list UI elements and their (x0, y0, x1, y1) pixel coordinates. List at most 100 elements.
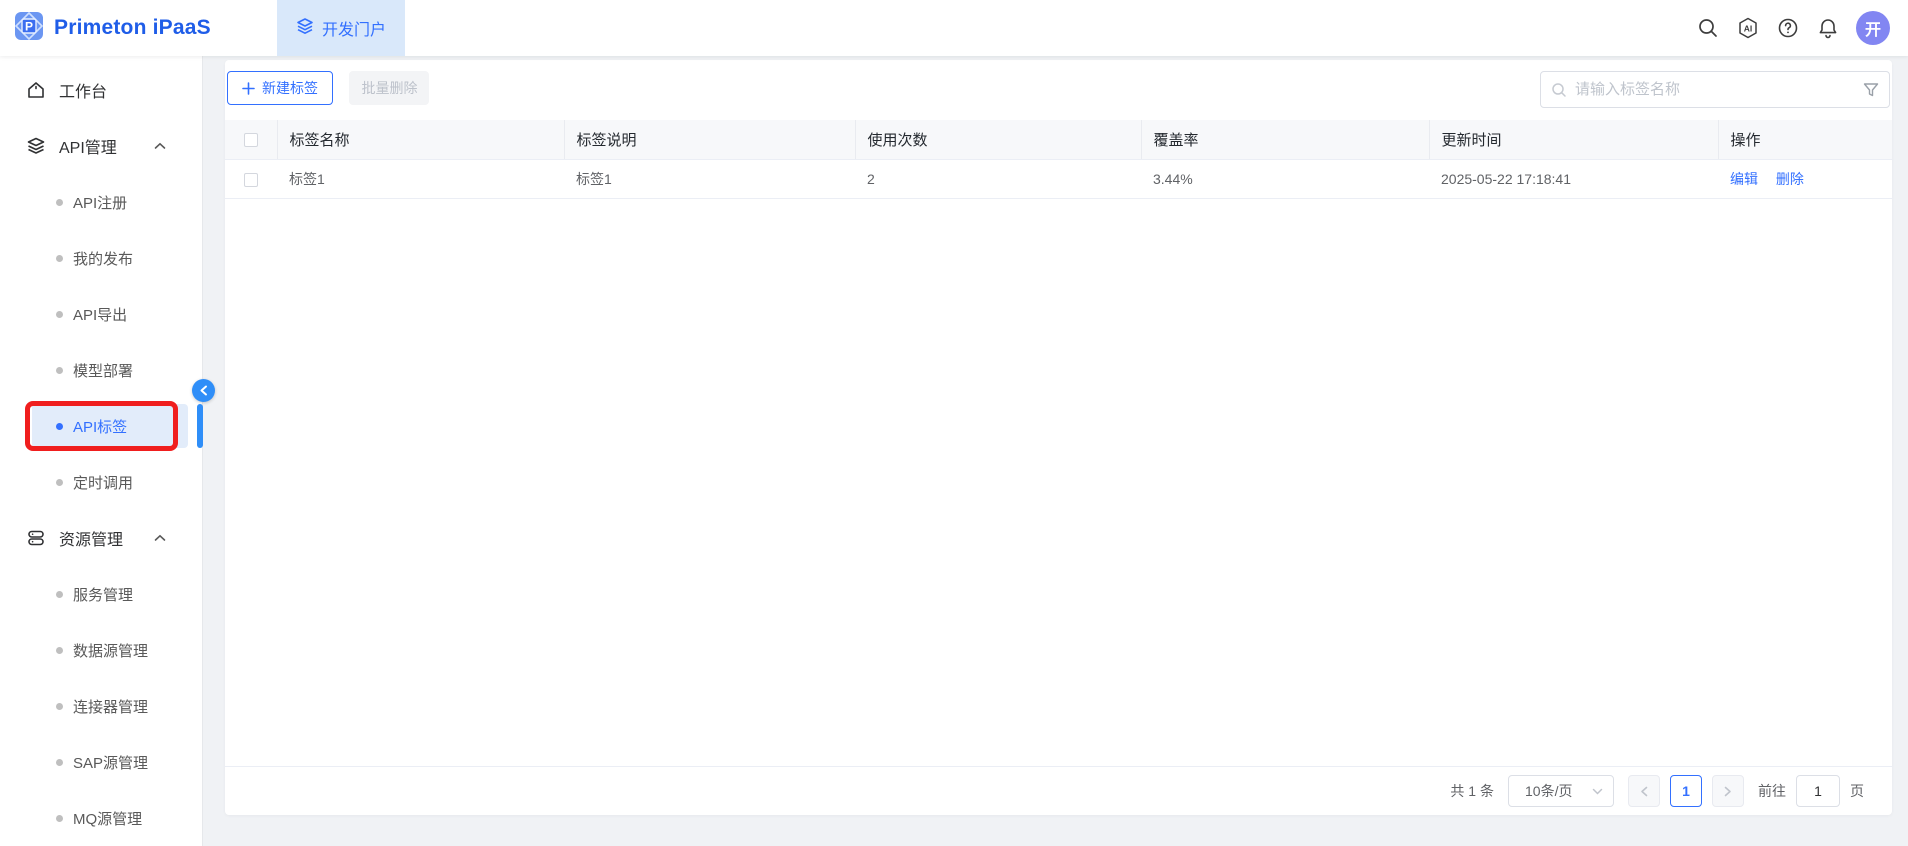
tab-dev-portal-label: 开发门户 (322, 16, 386, 40)
sidebar-group-resource-management[interactable]: 资源管理 (0, 510, 202, 566)
col-header-updated-time: 更新时间 (1429, 120, 1718, 159)
cell-tag-name: 标签1 (277, 159, 564, 198)
active-indicator-bar (197, 404, 203, 448)
table-header-row: 标签名称 标签说明 使用次数 覆盖率 更新时间 操作 (225, 120, 1892, 159)
app-header: P Primeton iPaaS 开发门户 AI (0, 0, 1908, 56)
sidebar-item-label: 定时调用 (73, 472, 133, 493)
resource-stack-icon (26, 528, 46, 548)
content-card: 新建标签 批量删除 (225, 60, 1892, 815)
bullet-icon (56, 591, 63, 598)
next-page-button[interactable] (1712, 775, 1744, 807)
svg-text:P: P (25, 19, 33, 33)
layers-icon (296, 17, 314, 40)
sidebar-menu: 工作台 API管理 API注册 我的发布 AP (0, 62, 202, 846)
tab-dev-portal[interactable]: 开发门户 (277, 0, 405, 56)
sidebar-item-label: 模型部署 (73, 360, 133, 381)
cell-tag-description: 标签1 (564, 159, 855, 198)
sidebar-item-datasource-management[interactable]: 数据源管理 (0, 622, 202, 678)
sidebar-item-label: 工作台 (59, 78, 107, 102)
goto-label: 前往 (1758, 781, 1786, 801)
ai-assistant-icon[interactable]: AI (1736, 16, 1760, 40)
sidebar-item-label: 连接器管理 (73, 696, 148, 717)
chevron-left-icon (199, 385, 208, 396)
sidebar-item-connector-management[interactable]: 连接器管理 (0, 678, 202, 734)
sidebar-item-label: MQ源管理 (73, 808, 142, 829)
chevron-down-icon (1592, 788, 1603, 795)
tag-search-input[interactable] (1575, 81, 1855, 98)
sidebar: 工作台 API管理 API注册 我的发布 AP (0, 56, 203, 846)
chevron-left-icon (1640, 786, 1648, 797)
bullet-icon (56, 815, 63, 822)
page-number-button[interactable]: 1 (1670, 775, 1702, 807)
page-size-select[interactable]: 10条/页 (1508, 775, 1614, 807)
cell-updated-time: 2025-05-22 17:18:41 (1429, 159, 1718, 198)
sidebar-item-label: 服务管理 (73, 584, 133, 605)
sidebar-item-label: API标签 (73, 416, 127, 437)
sidebar-collapse-button[interactable] (192, 379, 215, 402)
create-tag-label: 新建标签 (262, 78, 318, 98)
sidebar-item-scheduled-call[interactable]: 定时调用 (0, 454, 202, 510)
bullet-icon (56, 759, 63, 766)
bullet-icon (56, 647, 63, 654)
sidebar-item-mq-source-management[interactable]: MQ源管理 (0, 790, 202, 846)
create-tag-button[interactable]: 新建标签 (227, 71, 333, 105)
sidebar-item-label: 我的发布 (73, 248, 133, 269)
sidebar-item-my-publish[interactable]: 我的发布 (0, 230, 202, 286)
batch-delete-button[interactable]: 批量删除 (349, 71, 429, 105)
batch-delete-label: 批量删除 (361, 78, 417, 98)
sidebar-item-sap-source-management[interactable]: SAP源管理 (0, 734, 202, 790)
bullet-icon (56, 199, 63, 206)
col-header-tag-description: 标签说明 (564, 120, 855, 159)
plus-icon (242, 82, 255, 95)
sidebar-item-api-register[interactable]: API注册 (0, 174, 202, 230)
user-avatar[interactable]: 开 (1856, 11, 1890, 45)
sidebar-item-label: 数据源管理 (73, 640, 148, 661)
search-icon (1551, 82, 1567, 98)
tag-search-box (1540, 71, 1890, 108)
app-logo-icon: P (14, 11, 44, 46)
brand: P Primeton iPaaS (14, 0, 211, 56)
edit-link[interactable]: 编辑 (1730, 171, 1758, 187)
row-checkbox[interactable] (244, 173, 258, 187)
filter-funnel-icon[interactable] (1863, 82, 1879, 98)
total-count-text: 共 1 条 (1450, 781, 1494, 801)
sidebar-item-model-deploy[interactable]: 模型部署 (0, 342, 202, 398)
prev-page-button[interactable] (1628, 775, 1660, 807)
col-header-coverage: 覆盖率 (1141, 120, 1429, 159)
select-all-checkbox[interactable] (244, 133, 258, 147)
sidebar-item-label: API注册 (73, 192, 127, 213)
sidebar-group-label: API管理 (59, 134, 117, 158)
chevron-up-icon (154, 142, 166, 150)
search-icon[interactable] (1696, 16, 1720, 40)
page-unit-label: 页 (1850, 781, 1864, 801)
home-icon (26, 80, 46, 100)
page-size-value: 10条/页 (1525, 781, 1572, 801)
main-content: 新建标签 批量删除 (204, 56, 1908, 846)
chevron-up-icon (154, 534, 166, 542)
bullet-icon (56, 479, 63, 486)
cell-coverage: 3.44% (1141, 159, 1429, 198)
sidebar-group-api-management[interactable]: API管理 (0, 118, 202, 174)
goto-page-input[interactable] (1796, 775, 1840, 807)
sidebar-item-workbench[interactable]: 工作台 (0, 62, 202, 118)
bullet-icon (56, 703, 63, 710)
notification-bell-icon[interactable] (1816, 16, 1840, 40)
svg-text:AI: AI (1744, 24, 1753, 34)
sidebar-item-label: SAP源管理 (73, 752, 148, 773)
chevron-right-icon (1724, 786, 1732, 797)
sidebar-item-api-tags[interactable]: API标签 (0, 398, 202, 454)
col-header-usage-count: 使用次数 (855, 120, 1141, 159)
sidebar-item-api-export[interactable]: API导出 (0, 286, 202, 342)
sidebar-item-label: API导出 (73, 304, 127, 325)
app-title: Primeton iPaaS (54, 16, 211, 40)
delete-link[interactable]: 删除 (1776, 171, 1804, 187)
api-layers-icon (26, 136, 46, 156)
table-row: 标签1 标签1 2 3.44% 2025-05-22 17:18:41 编辑 删… (225, 159, 1892, 198)
col-header-actions: 操作 (1718, 120, 1892, 159)
pagination-bar: 共 1 条 10条/页 1 (225, 766, 1892, 815)
sidebar-item-service-management[interactable]: 服务管理 (0, 566, 202, 622)
col-header-tag-name: 标签名称 (277, 120, 564, 159)
help-icon[interactable] (1776, 16, 1800, 40)
sidebar-group-label: 资源管理 (59, 526, 123, 550)
bullet-icon (56, 367, 63, 374)
